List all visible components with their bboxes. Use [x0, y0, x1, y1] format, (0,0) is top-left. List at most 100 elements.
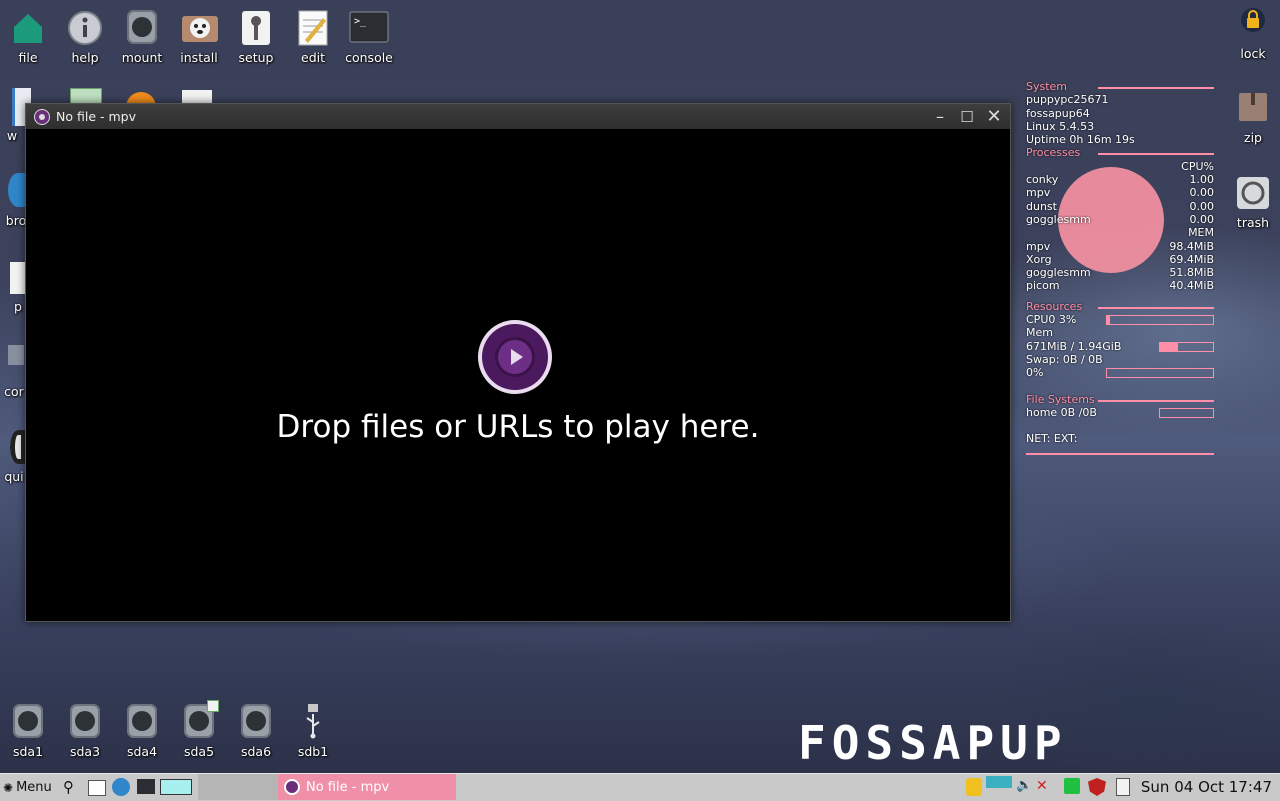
desktop-icon-help[interactable]: help: [53, 10, 117, 65]
drive-icon-sda1[interactable]: sda1: [0, 704, 60, 759]
drive-label: sda5: [183, 744, 215, 759]
show-desktop-icon[interactable]: [88, 780, 106, 796]
mpv-window[interactable]: No file - mpv – ☐ ✕ Drop files or URLs t…: [25, 103, 1011, 622]
minimize-button[interactable]: –: [930, 107, 950, 127]
conky-mem-value: 671MiB / 1.94GiB: [1026, 339, 1122, 353]
drive-label: sda3: [69, 744, 101, 759]
drive-icon-sda5[interactable]: sda5: [167, 700, 231, 759]
desktop-icon-label: trash: [1236, 215, 1270, 230]
conky-section-processes: Processes: [1026, 146, 1214, 159]
trash-icon: [1235, 175, 1271, 211]
taskbar-task-mpv[interactable]: No file - mpv: [278, 774, 456, 800]
puppy-package-icon: [181, 10, 218, 46]
conky-cpu-bar: [1106, 315, 1214, 326]
menu-label: Menu: [16, 780, 52, 795]
mpv-app-icon: [34, 108, 50, 125]
desktop-icon-trash[interactable]: trash: [1221, 175, 1280, 230]
maximize-button[interactable]: ☐: [957, 107, 977, 127]
conky-mem-row: Xorg 69.4MiB: [1026, 252, 1214, 266]
conky-section-filesystems: File Systems: [1026, 393, 1214, 406]
drive-icon: [67, 704, 103, 740]
home-icon: [10, 10, 46, 46]
battery-icon[interactable]: [1064, 778, 1080, 794]
drive-label: sdb1: [297, 744, 329, 759]
desktop-icon-label: setup: [238, 50, 274, 65]
conky-divider: [1026, 453, 1214, 456]
desktop-icon-file[interactable]: file: [0, 10, 60, 65]
conky-mem-bar-fill: [1160, 342, 1179, 351]
clipboard-icon[interactable]: [1116, 778, 1130, 796]
taskbar: ✺ Menu ⚲ No file - mpv 🔈 ✕ Sun 04 Oct 17…: [0, 773, 1280, 801]
drive-icon-sda4[interactable]: sda4: [110, 704, 174, 759]
desktop-icon-label: zip: [1244, 130, 1262, 145]
conky-distro: fossapup64: [1026, 106, 1090, 120]
workspace-3-button[interactable]: [238, 774, 278, 800]
conky-cpu-header: CPU%: [1181, 159, 1214, 173]
desktop-icon-mount[interactable]: mount: [110, 10, 174, 65]
conky-swap-pct: 0%: [1026, 366, 1044, 380]
conky-cpu-row: dunst 0.00: [1026, 199, 1214, 213]
usb-icon: [295, 704, 331, 740]
conky-mem-label: Mem: [1026, 326, 1053, 340]
desktop-icon-console[interactable]: >_ console: [337, 10, 401, 65]
desktop-icon-zip[interactable]: zip: [1221, 90, 1280, 145]
desktop-icon-install[interactable]: install: [167, 10, 231, 65]
volume-icon[interactable]: 🔈: [1016, 778, 1032, 796]
archive-icon: [1235, 90, 1271, 126]
window-titlebar[interactable]: No file - mpv – ☐ ✕: [26, 104, 1010, 129]
drive-label: sda1: [12, 744, 44, 759]
drive-label: sda4: [126, 744, 158, 759]
conky-section-system: System: [1026, 80, 1214, 93]
desktop-icon-setup[interactable]: setup: [224, 10, 288, 65]
cpu-monitor-icon[interactable]: [986, 776, 1012, 788]
conky-fs-bar: [1159, 407, 1214, 418]
mounted-indicator-icon: [207, 700, 219, 712]
search-icon[interactable]: ⚲: [63, 778, 79, 796]
desktop-icon-lock[interactable]: lock: [1221, 6, 1280, 61]
padlock-icon: [1235, 6, 1271, 42]
conky-mem-row: mpv 98.4MiB: [1026, 239, 1214, 253]
desktop-icon-label: edit: [301, 50, 325, 65]
conky-kernel: Linux 5.4.53: [1026, 119, 1095, 133]
drive-icon-sdb1[interactable]: sdb1: [281, 704, 345, 759]
conky-cpu-row: mpv 0.00: [1026, 186, 1214, 200]
conky-swap-bar: [1106, 368, 1214, 379]
disconnected-icon[interactable]: ✕: [1036, 778, 1052, 796]
conky-net: NET: EXT:: [1026, 432, 1078, 446]
browser-icon[interactable]: [112, 778, 130, 796]
network-icon[interactable]: [966, 778, 982, 796]
drive-icon: [124, 10, 160, 46]
drive-icon: [238, 704, 274, 740]
conky-cpu-row: conky 1.00: [1026, 173, 1214, 187]
conky-swap: Swap: 0B / 0B: [1026, 352, 1103, 366]
drive-icon: [10, 704, 46, 740]
conky-mem-bar: [1159, 341, 1214, 352]
desktop-icon-label: file: [18, 50, 38, 65]
info-icon: [67, 10, 103, 46]
drive-icon-sda3[interactable]: sda3: [53, 704, 117, 759]
svg-text:>_: >_: [354, 16, 367, 27]
workspace-2-button[interactable]: [198, 774, 238, 800]
conky-fs-home: home 0B /0B: [1026, 405, 1097, 419]
desktop-icon-label: lock: [1240, 46, 1266, 61]
workspace-1-button[interactable]: [160, 779, 192, 795]
desktop-icon-label: mount: [121, 50, 163, 65]
terminal-launch-icon[interactable]: [137, 779, 155, 794]
conky-hostname: puppypc25671: [1026, 93, 1109, 107]
menu-button[interactable]: ✺ Menu: [3, 775, 52, 800]
desktop-icon-edit[interactable]: edit: [281, 10, 345, 65]
menu-icon: ✺: [3, 780, 14, 795]
drive-icon-sda6[interactable]: sda6: [224, 704, 288, 759]
desktop-icon-label: install: [180, 50, 218, 65]
conky-uptime: Uptime 0h 16m 19s: [1026, 133, 1135, 147]
clock[interactable]: Sun 04 Oct 17:47: [1141, 778, 1272, 796]
desktop-icon-label: help: [71, 50, 99, 65]
firewall-shield-icon[interactable]: [1088, 778, 1106, 796]
conky-mem-row: picom 40.4MiB: [1026, 279, 1214, 293]
terminal-icon: >_: [349, 10, 389, 46]
fossapup-wallpaper-logo: FOSSAPUP: [798, 716, 1068, 770]
task-title: No file - mpv: [306, 779, 390, 795]
conky-cpu0: CPU0 3%: [1026, 313, 1077, 327]
close-button[interactable]: ✕: [984, 107, 1004, 127]
drive-mounted-icon: [181, 700, 219, 740]
